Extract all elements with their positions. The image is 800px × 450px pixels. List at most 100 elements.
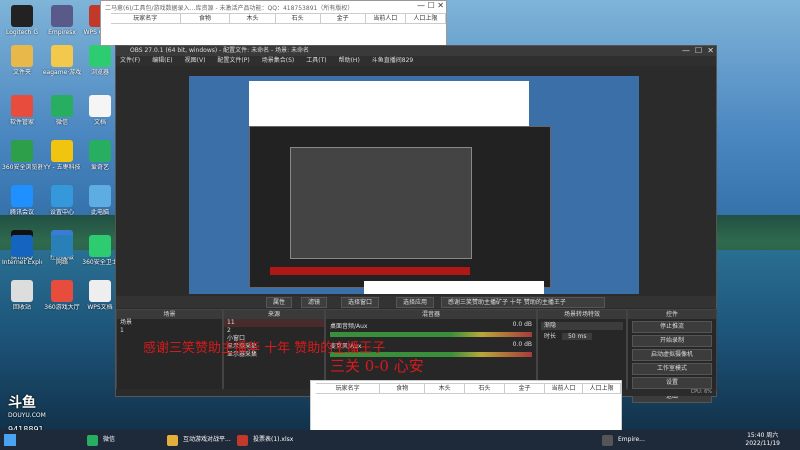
desktop-icon[interactable]: Logitech G [2,5,42,36]
desktop-icon[interactable]: 浏览器 [80,45,120,76]
column-header[interactable]: 金子 [505,383,545,394]
app-icon [11,5,33,27]
desktop-icon[interactable]: YY - 五枣科技 [42,140,82,171]
column-header[interactable]: 当前人口 [365,13,406,24]
clock-time: 15:40 周六 [747,432,779,439]
desktop-icon[interactable]: 360安全浏览器 [2,140,42,171]
app-icon [51,95,73,117]
column-header[interactable]: 当前人口 [544,383,583,394]
taskbar-item[interactable]: 微信 [85,432,115,448]
app-icon [11,95,33,117]
desktop-icon[interactable]: Internet Explorer [2,235,42,266]
menu-item[interactable]: 视图(V) [185,56,206,66]
douyu-watermark: 斗鱼 DOUYU.COM 9418891 [8,392,46,434]
app-icon [51,280,73,302]
app-icon [11,140,33,162]
desktop-icon-label: 浏览器 [90,69,109,76]
control-button[interactable]: 工作室模式 [632,363,712,375]
desktop-icon-label: 爱奇艺 [90,164,109,171]
column-header[interactable]: 食物 [180,13,231,24]
app-icon [167,435,178,446]
control-button[interactable]: 设置 [632,377,712,389]
control-button[interactable]: 开始录制 [632,335,712,347]
start-button[interactable] [4,434,16,446]
desktop-icon[interactable]: 文件夹 [2,45,42,76]
desktop-icon[interactable]: 此电脑 [80,185,120,216]
mixer-channel-name: 桌面音频/Aux [330,323,368,330]
desktop-icon[interactable]: 微信 [42,95,82,126]
column-header[interactable]: 石头 [465,383,506,394]
app-icon [11,280,33,302]
desktop-icon[interactable]: 360游戏大厅 [42,280,82,311]
desktop-icon-label: 设置中心 [49,209,74,216]
column-header[interactable]: 玩家名字 [111,13,181,24]
desktop-icon[interactable]: eagame·游戏 [42,45,82,76]
desktop-icon[interactable]: 软件管家 [2,95,42,126]
column-header[interactable]: 石头 [275,13,321,24]
source-item[interactable]: 2 [224,327,324,335]
obs-source-toolbar: 属性 滤镜 选择窗口 选择应用 感谢三笑赞助主播矿子 十年 赞助的主播王子 [116,296,716,308]
select-app-button[interactable]: 选择应用 [396,297,435,308]
column-header[interactable]: 玩家名字 [316,383,381,394]
desktop-icon[interactable]: 网络 [42,235,82,266]
desktop-icon[interactable]: 回收站 [2,280,42,311]
column-header[interactable]: 木头 [425,383,466,394]
desktop-icon[interactable]: WPS文档 [80,280,120,311]
mixer-channel-db: 0.0 dB [512,341,532,348]
app-icon [237,435,248,446]
menu-item[interactable]: 帮助(H) [339,56,360,66]
app-icon [11,45,33,67]
obs-title: OBS 27.0.1 (64 bit, windows) - 配置文件: 未命名… [116,46,716,56]
control-button[interactable]: 停止推流 [632,321,712,333]
desktop-icon[interactable]: 文档 [80,95,120,126]
app-icon [89,45,111,67]
desktop-icon[interactable]: Empiresx [42,5,82,36]
filters-button[interactable]: 滤镜 [301,297,328,308]
menu-item[interactable]: 配置文件(P) [217,56,249,66]
properties-button[interactable]: 属性 [266,297,293,308]
duration-field[interactable]: 50 ms [561,333,593,340]
desktop-icon-label: Internet Explorer [2,259,42,266]
donation-overlay-line2: 三关 0-0 心安 [330,357,424,375]
control-button[interactable]: 启动虚拟摄像机 [632,349,712,361]
transition-select[interactable]: 渐隐 [541,322,623,330]
desktop-icon[interactable]: 设置中心 [42,185,82,216]
obs-window-controls[interactable]: — ☐ ✕ [682,46,714,55]
column-header[interactable]: 木头 [230,13,276,24]
source-item[interactable]: 11 [224,319,324,327]
menu-item[interactable]: 斗鱼直播间829 [372,56,413,66]
taskbar-item[interactable]: Empire... [600,432,645,448]
app-icon [51,5,73,27]
spreadsheet-window-top[interactable]: 二马崽(6)/工具包/游戏数据录入…库资源 - 未激活产品功能：QQ：41875… [100,0,447,46]
duration-row: 时长 50 ms [541,333,623,341]
menu-item[interactable]: 场景集合(S) [262,56,295,66]
select-window-button[interactable]: 选择窗口 [341,297,380,308]
column-header[interactable]: 人口上限 [582,383,621,394]
app-icon [51,45,73,67]
column-header[interactable]: 人口上限 [405,13,447,24]
scenes-title: 场景 [117,310,222,319]
tray-clock[interactable]: 15:40 周六 2022/11/19 [745,432,780,448]
duration-label: 时长 [544,333,557,340]
taskbar-item[interactable]: 投票表(1).xlsx [235,432,293,448]
menu-item[interactable]: 编辑(E) [152,56,172,66]
app-icon [89,140,111,162]
scene-item[interactable]: 场景 [117,319,222,327]
desktop-icon[interactable]: 爱奇艺 [80,140,120,171]
text-source-field[interactable]: 感谢三笑赞助主播矿子 十年 赞助的主播王子 [441,297,605,308]
column-header[interactable]: 食物 [380,383,426,394]
column-header[interactable]: 金子 [320,13,366,24]
spreadsheet-window-bottom[interactable]: 玩家名字 食物 木头 石头 金子 当前人口 人口上限 [310,380,622,432]
menu-item[interactable]: 工具(T) [306,56,326,66]
taskbar-item[interactable]: 互动游戏对战平... [165,432,231,448]
desktop-icon[interactable]: 360安全卫士 [80,235,120,266]
spreadsheet-bottom-header-row: 玩家名字 食物 木头 石头 金子 当前人口 人口上限 [316,383,621,394]
controls-dock: 控件 停止推流 开始录制 启动虚拟摄像机 工作室模式 设置 退出 [627,309,717,403]
app-icon [51,185,73,207]
menu-item[interactable]: 文件(F) [120,56,140,66]
desktop-icon-label: 微信 [55,119,68,126]
desktop-icon[interactable]: 腾讯会议 [2,185,42,216]
app-icon [89,235,111,257]
obs-preview[interactable] [189,76,639,294]
scene-item[interactable]: 1 [117,327,222,335]
